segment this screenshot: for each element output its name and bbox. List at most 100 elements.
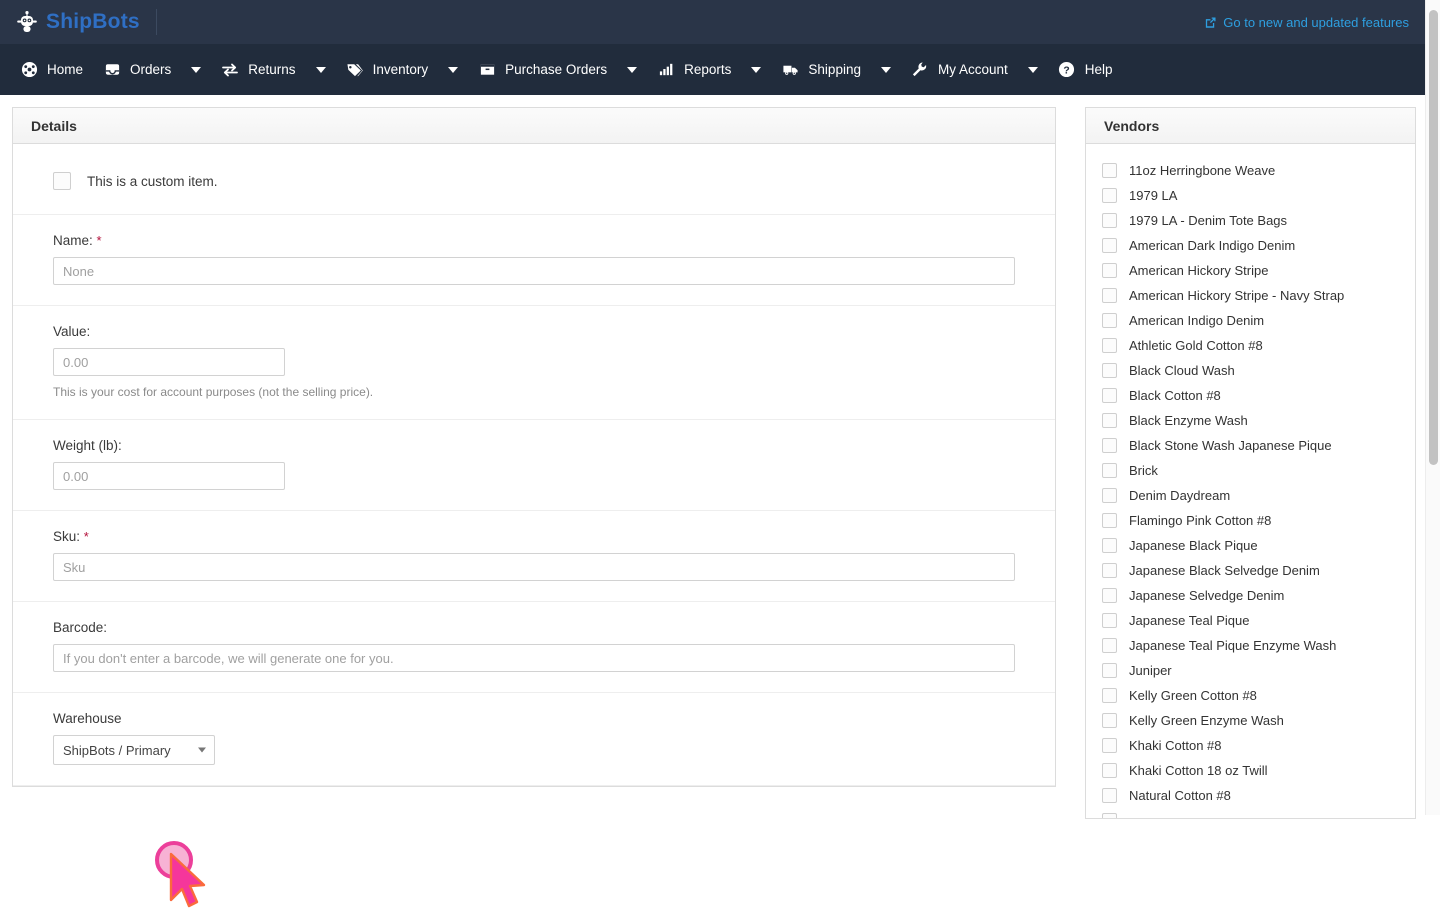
- nav-caret-shipping[interactable]: [871, 44, 901, 95]
- brand-divider: [155, 9, 157, 35]
- vendor-checkbox[interactable]: [1102, 813, 1117, 818]
- nav-caret-inventory[interactable]: [438, 44, 468, 95]
- vendor-row[interactable]: 1979 LA: [1086, 183, 1415, 208]
- vendor-row[interactable]: Flamingo Pink Cotton #8: [1086, 508, 1415, 533]
- details-panel-body: This is a custom item. Name: * Value: Th…: [13, 144, 1055, 786]
- weight-input[interactable]: [53, 462, 285, 490]
- vendor-row[interactable]: Natural Cotton #8: [1086, 783, 1415, 808]
- vendor-row[interactable]: Juniper: [1086, 658, 1415, 683]
- chevron-down-icon: [751, 66, 762, 73]
- nav-item-purchase-orders[interactable]: Purchase Orders: [468, 44, 617, 95]
- vendor-name: American Dark Indigo Denim: [1129, 238, 1296, 253]
- nav-caret-reports[interactable]: [741, 44, 771, 95]
- nav-caret-purchase-orders[interactable]: [617, 44, 647, 95]
- vendor-row[interactable]: Japanese Black Selvedge Denim: [1086, 558, 1415, 583]
- name-input[interactable]: [53, 257, 1015, 285]
- details-panel-header: Details: [13, 108, 1055, 144]
- nav-caret-returns[interactable]: [306, 44, 336, 95]
- vendor-checkbox[interactable]: [1102, 763, 1117, 778]
- vendor-row[interactable]: Black Cotton #8: [1086, 383, 1415, 408]
- vendor-checkbox[interactable]: [1102, 788, 1117, 803]
- nav-item-help[interactable]: ? Help: [1048, 44, 1123, 95]
- vendor-checkbox[interactable]: [1102, 313, 1117, 328]
- nav-caret-my-account[interactable]: [1018, 44, 1048, 95]
- new-features-link[interactable]: Go to new and updated features: [1204, 15, 1425, 30]
- details-panel-title: Details: [31, 117, 77, 134]
- vendor-row[interactable]: American Indigo Denim: [1086, 308, 1415, 333]
- vendor-row[interactable]: Japanese Teal Pique: [1086, 608, 1415, 633]
- browser-scrollbar-track[interactable]: [1425, 0, 1440, 815]
- vendor-checkbox[interactable]: [1102, 338, 1117, 353]
- nav-item-my-account[interactable]: My Account: [901, 44, 1018, 95]
- click-highlight-ring: [155, 841, 193, 879]
- vendor-checkbox[interactable]: [1102, 738, 1117, 753]
- vendor-row[interactable]: Japanese Black Pique: [1086, 533, 1415, 558]
- vendor-row[interactable]: Black Stone Wash Japanese Pique: [1086, 433, 1415, 458]
- vendor-checkbox[interactable]: [1102, 588, 1117, 603]
- vendor-checkbox[interactable]: [1102, 363, 1117, 378]
- vendor-row[interactable]: Japanese Teal Pique Enzyme Wash: [1086, 633, 1415, 658]
- vendor-checkbox[interactable]: [1102, 563, 1117, 578]
- vendor-row[interactable]: Kelly Green Cotton #8: [1086, 683, 1415, 708]
- nav-item-orders[interactable]: Orders: [93, 44, 181, 95]
- vendor-row[interactable]: American Dark Indigo Denim: [1086, 233, 1415, 258]
- vendor-checkbox[interactable]: [1102, 188, 1117, 203]
- nav-item-shipping[interactable]: Shipping: [771, 44, 871, 95]
- nav-item-home-label: Home: [47, 62, 84, 77]
- browser-scrollbar-thumb[interactable]: [1429, 10, 1438, 465]
- vendor-row[interactable]: Kelly Green Enzyme Wash: [1086, 708, 1415, 733]
- nav-item-home[interactable]: Home: [10, 44, 93, 95]
- vendor-row[interactable]: Athletic Gold Cotton #8: [1086, 333, 1415, 358]
- vendor-row[interactable]: Khaki Cotton 18 oz Twill: [1086, 758, 1415, 783]
- vendor-checkbox[interactable]: [1102, 288, 1117, 303]
- vendor-checkbox[interactable]: [1102, 163, 1117, 178]
- vendor-checkbox[interactable]: [1102, 488, 1117, 503]
- vendor-row[interactable]: Brick: [1086, 458, 1415, 483]
- vendor-checkbox[interactable]: [1102, 638, 1117, 653]
- barcode-input[interactable]: [53, 644, 1015, 672]
- vendors-list[interactable]: 11oz Herringbone Weave 1979 LA 1979 LA - D…: [1086, 144, 1415, 818]
- vendor-checkbox[interactable]: [1102, 388, 1117, 403]
- vendor-checkbox[interactable]: [1102, 263, 1117, 278]
- vendor-name: Black Stone Wash Japanese Pique: [1129, 438, 1332, 453]
- vendor-row[interactable]: 1979 LA - Denim Tote Bags: [1086, 208, 1415, 233]
- vendor-row[interactable]: Black Cloud Wash: [1086, 358, 1415, 383]
- vendor-checkbox[interactable]: [1102, 413, 1117, 428]
- vendor-checkbox[interactable]: [1102, 613, 1117, 628]
- new-features-link-label: Go to new and updated features: [1223, 14, 1409, 30]
- wrench-icon: [911, 61, 929, 79]
- vendor-row[interactable]: Japanese Selvedge Denim: [1086, 583, 1415, 608]
- vendor-checkbox[interactable]: [1102, 238, 1117, 253]
- nav-item-purchase-orders-label: Purchase Orders: [505, 62, 608, 77]
- chevron-down-icon: [448, 66, 459, 73]
- vendor-row[interactable]: American Hickory Stripe: [1086, 258, 1415, 283]
- vendor-checkbox[interactable]: [1102, 713, 1117, 728]
- vendor-checkbox[interactable]: [1102, 663, 1117, 678]
- vendor-row[interactable]: Khaki Cotton #8: [1086, 733, 1415, 758]
- vendor-checkbox[interactable]: [1102, 538, 1117, 553]
- vendor-row[interactable]: Black Enzyme Wash: [1086, 408, 1415, 433]
- vendor-checkbox[interactable]: [1102, 463, 1117, 478]
- vendor-checkbox[interactable]: [1102, 513, 1117, 528]
- vendor-row[interactable]: American Hickory Stripe - Navy Strap: [1086, 283, 1415, 308]
- vendor-checkbox[interactable]: [1102, 213, 1117, 228]
- vendor-name: American Hickory Stripe: [1129, 263, 1269, 278]
- nav-item-inventory[interactable]: Inventory: [336, 44, 439, 95]
- question-circle-icon: ?: [1058, 61, 1076, 79]
- nav-item-returns[interactable]: Returns: [211, 44, 305, 95]
- brand-logo-area[interactable]: ShipBots: [0, 9, 140, 35]
- vendor-row[interactable]: [1086, 808, 1415, 818]
- vendor-checkbox[interactable]: [1102, 688, 1117, 703]
- tag-icon: [346, 61, 364, 79]
- vendor-row[interactable]: 11oz Herringbone Weave: [1086, 158, 1415, 183]
- custom-item-checkbox[interactable]: [53, 172, 71, 190]
- vendor-row[interactable]: Denim Daydream: [1086, 483, 1415, 508]
- vendor-checkbox[interactable]: [1102, 438, 1117, 453]
- sku-input[interactable]: [53, 553, 1015, 581]
- nav-item-reports[interactable]: Reports: [647, 44, 741, 95]
- warehouse-select[interactable]: ShipBots / Primary: [53, 735, 215, 765]
- vendor-name: Japanese Black Selvedge Denim: [1129, 563, 1320, 578]
- value-input[interactable]: [53, 348, 285, 376]
- nav-caret-orders[interactable]: [181, 44, 211, 95]
- weight-field-row: Weight (lb):: [13, 420, 1055, 511]
